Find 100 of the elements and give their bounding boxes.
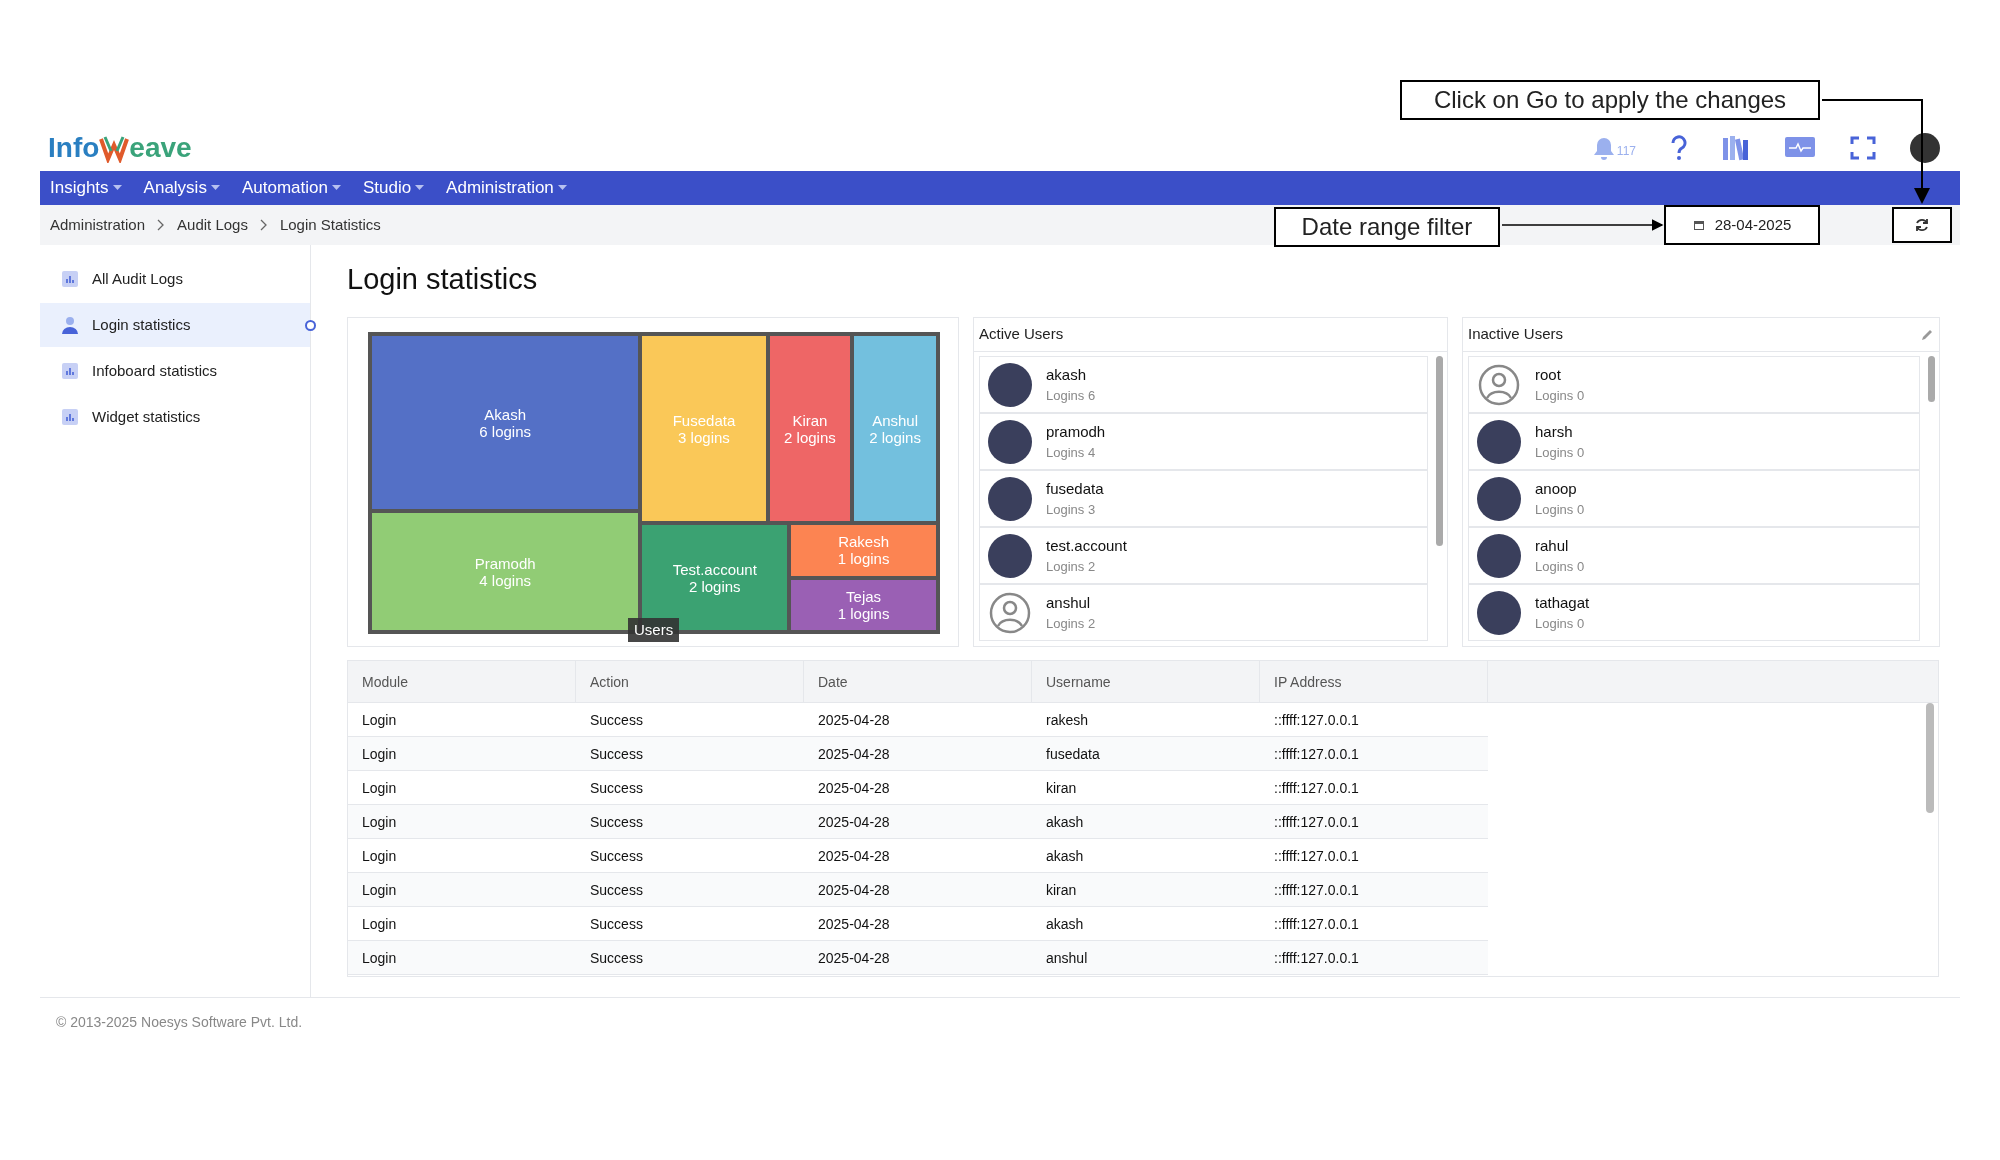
user-name: fusedata xyxy=(1046,478,1104,499)
nav-menu[interactable]: Automation xyxy=(241,175,341,201)
user-row[interactable]: harsh Logins 0 xyxy=(1468,413,1920,470)
annotation-callout: Click on Go to apply the changes xyxy=(1400,80,1820,120)
user-name: pramodh xyxy=(1046,421,1106,442)
table-cell-text: anshul xyxy=(1045,949,1089,968)
login-count: Logins 2 xyxy=(1046,558,1097,576)
chevron-icon xyxy=(259,219,268,231)
nav-menu[interactable]: Administration xyxy=(446,175,567,201)
table-cell-text: Success xyxy=(589,881,644,900)
table-cell-text: kiran xyxy=(1045,779,1078,798)
help-icon[interactable] xyxy=(1670,135,1688,161)
login-count: Logins 0 xyxy=(1535,501,1585,519)
bell-icon xyxy=(1592,136,1615,160)
user-row[interactable]: root Logins 0 xyxy=(1468,356,1920,413)
table-cell-text: Login xyxy=(361,949,398,968)
table-cell-text: Success xyxy=(589,745,644,764)
avatar-photo xyxy=(1477,476,1521,521)
calendar-icon xyxy=(1692,219,1705,231)
logo-text: eave xyxy=(129,131,192,165)
avatar-photo xyxy=(1477,590,1521,635)
page-title: Login statistics xyxy=(347,262,539,297)
table-cell-text: rakesh xyxy=(1045,711,1090,730)
table-cell-text: Success xyxy=(589,949,644,968)
breadcrumb-link[interactable]: Administration xyxy=(50,213,146,237)
nav-menu[interactable]: Insights xyxy=(50,175,122,201)
chart-icon xyxy=(62,271,78,287)
chevron-icon xyxy=(157,219,166,231)
table-cell-text: Login xyxy=(361,915,398,934)
logo-text: Info xyxy=(48,131,100,165)
fullscreen-icon[interactable] xyxy=(1850,136,1876,160)
treemap-tile[interactable]: Akash 6 logins xyxy=(370,334,641,512)
books-icon[interactable] xyxy=(1722,135,1750,161)
sidebar-item[interactable]: Login statistics xyxy=(40,303,310,347)
table-cell-text: Login xyxy=(361,813,398,832)
panel-title: Inactive Users xyxy=(1468,324,1564,345)
annotation-callout: Date range filter xyxy=(1274,207,1500,247)
table-cell-text: 2025-04-28 xyxy=(817,711,891,730)
table-cell-text: ::ffff:127.0.0.1 xyxy=(1273,915,1360,934)
edit-icon[interactable] xyxy=(1920,327,1934,342)
chart-tooltip: Users xyxy=(628,618,680,642)
table-cell-text: akash xyxy=(1045,915,1085,934)
user-avatar[interactable] xyxy=(1910,133,1940,163)
table-cell-text: Success xyxy=(589,915,644,934)
user-name: anoop xyxy=(1535,478,1578,499)
user-row[interactable]: anshul Logins 2 xyxy=(979,584,1428,641)
table-cell-text: Login xyxy=(361,779,398,798)
user-row[interactable]: tathagat Logins 0 xyxy=(1468,584,1920,641)
avatar-photo xyxy=(988,419,1032,464)
user-row[interactable]: akash Logins 6 xyxy=(979,356,1428,413)
login-count: Logins 2 xyxy=(1046,615,1096,633)
table-cell-text: 2025-04-28 xyxy=(817,915,891,934)
table-cell-text: ::ffff:127.0.0.1 xyxy=(1273,881,1360,900)
date-range-button[interactable]: 28-04-2025 xyxy=(1664,205,1820,245)
table-cell-text: akash xyxy=(1045,813,1085,832)
scrollbar[interactable] xyxy=(1436,356,1443,546)
table-cell-text: Success xyxy=(589,847,644,866)
treemap-tile[interactable]: Tejas 1 logins xyxy=(789,577,938,632)
table-cell-text: ::ffff:127.0.0.1 xyxy=(1273,711,1360,730)
table-cell-text: ::ffff:127.0.0.1 xyxy=(1273,813,1360,832)
login-count: Logins 4 xyxy=(1046,444,1097,462)
breadcrumb-link[interactable]: Audit Logs xyxy=(177,213,248,237)
table-cell-text: ::ffff:127.0.0.1 xyxy=(1273,847,1360,866)
scrollbar[interactable] xyxy=(1928,356,1935,402)
user-icon xyxy=(62,316,78,334)
table-cell-text: Login xyxy=(361,847,398,866)
user-name: rahul xyxy=(1535,535,1570,556)
user-row[interactable]: fusedata Logins 3 xyxy=(979,470,1428,527)
user-row[interactable]: test.account Logins 2 xyxy=(979,527,1428,584)
user-name: anshul xyxy=(1046,592,1092,613)
user-name: test.account xyxy=(1046,535,1127,556)
avatar-photo xyxy=(988,533,1032,578)
table-cell-text: Login xyxy=(361,881,398,900)
caret-icon xyxy=(415,185,425,191)
table-cell-text: 2025-04-28 xyxy=(817,847,891,866)
table-cell-text: fusedata xyxy=(1045,745,1101,764)
login-count: Logins 3 xyxy=(1046,501,1097,519)
table-cell-text: 2025-04-28 xyxy=(817,745,891,764)
avatar-photo xyxy=(1477,419,1521,464)
nav-menu[interactable]: Analysis xyxy=(143,175,220,201)
table-cell-text: ::ffff:127.0.0.1 xyxy=(1273,745,1360,764)
login-count: Logins 0 xyxy=(1535,387,1585,405)
monitor-icon[interactable] xyxy=(1784,136,1816,160)
caret-icon xyxy=(210,185,220,191)
user-name: akash xyxy=(1046,364,1088,385)
copyright-text: © 2013-2025 Noesys Software Pvt. Ltd. xyxy=(56,1014,303,1030)
nav-menu[interactable]: Studio xyxy=(362,175,425,201)
user-row[interactable]: rahul Logins 0 xyxy=(1468,527,1920,584)
user-row[interactable]: anoop Logins 0 xyxy=(1468,470,1920,527)
chart-icon xyxy=(62,409,78,425)
panel-title: Active Users xyxy=(979,324,1064,345)
table-cell-text: Login xyxy=(361,711,398,730)
table-cell-text: akash xyxy=(1045,847,1085,866)
refresh-button[interactable] xyxy=(1892,207,1952,243)
avatar-icon xyxy=(988,590,1032,635)
table-cell-text: Login xyxy=(361,745,398,764)
login-count: Logins 0 xyxy=(1535,444,1585,462)
scrollbar[interactable] xyxy=(1926,703,1934,813)
user-row[interactable]: pramodh Logins 4 xyxy=(979,413,1428,470)
table-cell-text: 2025-04-28 xyxy=(817,949,891,968)
